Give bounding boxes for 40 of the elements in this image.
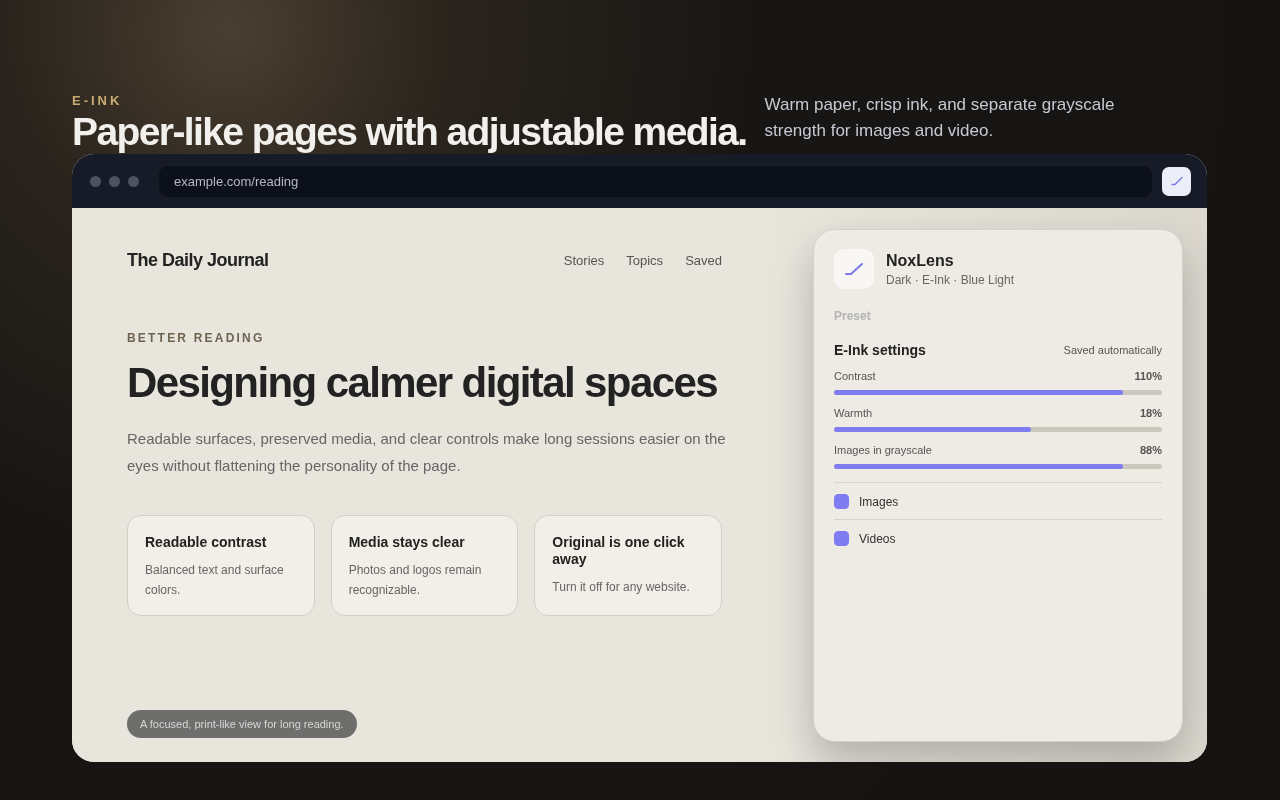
card-text: Photos and logos remain recognizable.: [348, 562, 483, 599]
article-eyebrow: BETTER READING: [127, 331, 266, 345]
window-dot-icon[interactable]: [90, 175, 101, 187]
checkbox[interactable]: [834, 531, 849, 546]
slider-label: Contrast: [834, 370, 876, 382]
slider-track[interactable]: [834, 427, 1162, 432]
article-title: Designing calmer digital spaces: [127, 359, 718, 407]
card-title: Original is one click away: [552, 534, 686, 568]
slider-label: Images in grayscale: [834, 444, 932, 456]
section-eyebrow: E-INK: [72, 93, 124, 108]
hero-title: Paper-like pages with adjustable media.: [72, 110, 747, 154]
app-logo-icon: [834, 249, 874, 289]
caption-pill: A focused, print-like view for long reading.: [127, 710, 357, 738]
site-name: The Daily Journal: [127, 250, 269, 271]
card-text: Turn it off for any website.: [552, 579, 691, 596]
card-text: Balanced text and surface colors.: [145, 562, 285, 599]
slider-value: 88%: [1139, 444, 1162, 456]
checkbox[interactable]: [834, 494, 849, 509]
app-modes: Dark · E-Ink · Blue Light: [886, 272, 1015, 287]
article-paragraph: Readable surfaces, preserved media, and clear controls make long sessions easier on the eyes without flattening the personality of the page.: [127, 429, 727, 476]
address-bar[interactable]: example.com/reading: [159, 165, 1152, 197]
slider-value: 18%: [1139, 407, 1162, 419]
extension-button[interactable]: [1162, 166, 1191, 196]
app-name: NoxLens: [886, 251, 955, 270]
nav-link[interactable]: Stories: [563, 253, 605, 268]
slider-label: Warmth: [834, 407, 873, 419]
card-title: Media stays clear: [348, 534, 466, 551]
window-dot-icon[interactable]: [128, 175, 139, 187]
checkbox-label: Videos: [859, 531, 896, 546]
nav-link[interactable]: Saved: [685, 253, 722, 268]
preset-label: Preset: [834, 309, 872, 323]
slider-value: 110%: [1134, 370, 1162, 382]
line-icon: [1170, 176, 1183, 186]
saved-status: Saved automatically: [1063, 344, 1162, 356]
hero-subtitle: Warm paper, crisp ink, and separate grayscale strength for images and video.: [764, 94, 1116, 142]
checkbox-label: Images: [859, 494, 899, 509]
window-dot-icon[interactable]: [109, 175, 120, 187]
section-title: E-Ink settings: [834, 342, 926, 358]
card-title: Readable contrast: [145, 534, 268, 551]
nav-link[interactable]: Topics: [626, 253, 664, 268]
